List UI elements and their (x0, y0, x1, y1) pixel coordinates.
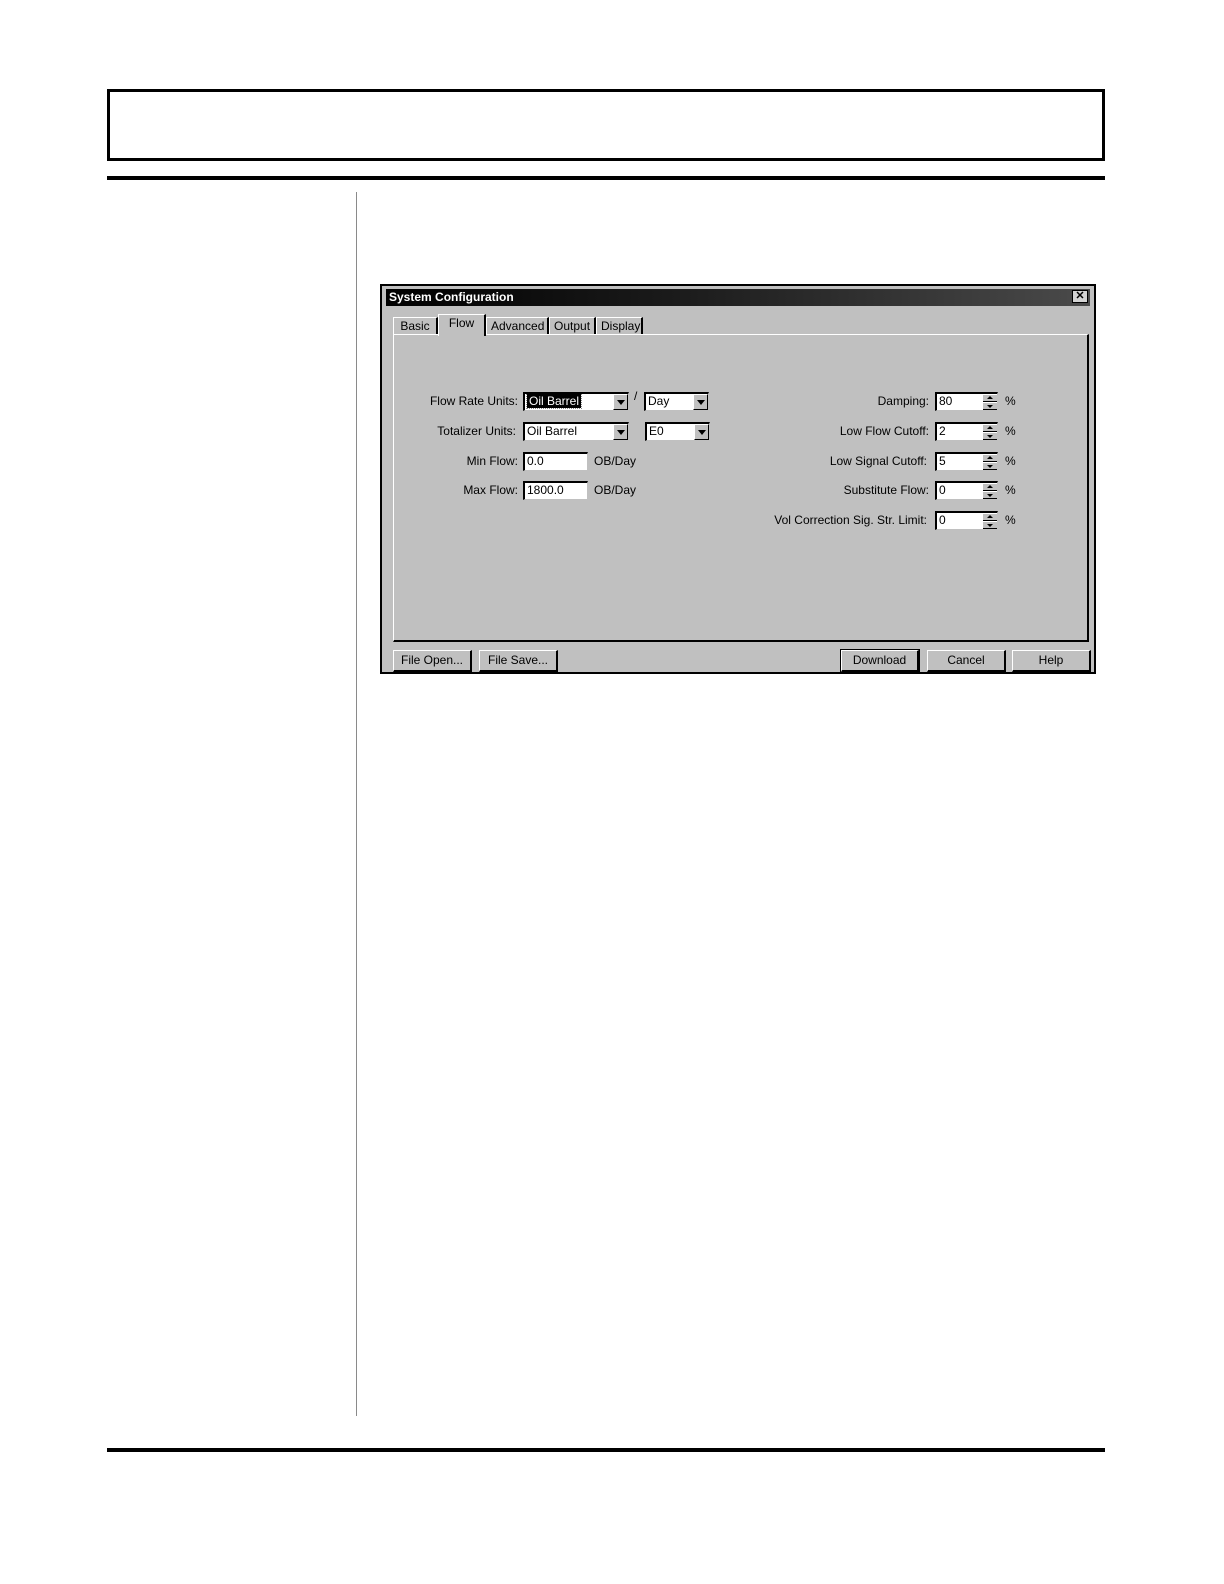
totalizer-exponent-value: E0 (649, 424, 664, 438)
spin-up-icon[interactable] (983, 424, 997, 432)
low-flow-cutoff-spinner[interactable]: 2 (935, 422, 998, 441)
max-flow-label: Max Flow: (463, 483, 518, 497)
flow-rate-time-value: Day (648, 394, 670, 408)
low-flow-cutoff-value: 2 (939, 424, 946, 438)
damping-spinner[interactable]: 80 (935, 392, 998, 411)
file-open-button[interactable]: File Open... (393, 650, 472, 672)
page-header-box (107, 89, 1105, 161)
spin-up-icon[interactable] (983, 513, 997, 521)
spin-up-icon[interactable] (983, 483, 997, 491)
dropdown-arrow-icon[interactable] (613, 424, 628, 440)
low-flow-cutoff-unit: % (1005, 424, 1016, 438)
tab-basic[interactable]: Basic (393, 317, 438, 335)
cancel-button[interactable]: Cancel (927, 650, 1006, 672)
substitute-flow-label: Substitute Flow: (843, 483, 929, 497)
totalizer-exponent-select[interactable]: E0 (645, 422, 710, 441)
vol-correction-label: Vol Correction Sig. Str. Limit: (774, 513, 927, 527)
flow-rate-units-label: Flow Rate Units: (429, 394, 518, 408)
min-flow-input[interactable]: 0.0 (523, 452, 588, 471)
min-flow-label: Min Flow: (466, 454, 518, 468)
substitute-flow-value: 0 (939, 483, 946, 497)
totalizer-units-label: Totalizer Units: (437, 424, 516, 438)
spinner[interactable] (982, 483, 997, 499)
low-signal-cutoff-label: Low Signal Cutoff: (829, 454, 927, 468)
help-button[interactable]: Help (1012, 650, 1091, 672)
low-signal-cutoff-value: 5 (939, 454, 946, 468)
low-signal-cutoff-spinner[interactable]: 5 (935, 452, 998, 471)
vol-correction-unit: % (1005, 513, 1016, 527)
totalizer-units-value: Oil Barrel (527, 424, 578, 438)
damping-value: 80 (939, 394, 953, 408)
spinner[interactable] (982, 424, 997, 440)
substitute-flow-spinner[interactable]: 0 (935, 481, 998, 500)
vol-correction-spinner[interactable]: 0 (935, 511, 998, 530)
spin-down-icon[interactable] (983, 402, 997, 410)
low-flow-cutoff-label: Low Flow Cutoff: (839, 424, 929, 438)
min-flow-unit: OB/Day (594, 454, 637, 468)
spin-up-icon[interactable] (983, 454, 997, 462)
tab-display[interactable]: Display (596, 317, 643, 335)
dialog-title: System Configuration (389, 290, 514, 304)
vol-correction-value: 0 (939, 513, 946, 527)
system-configuration-dialog: System Configuration ✕ Basic Flow Advanc… (380, 284, 1096, 674)
close-icon[interactable]: ✕ (1072, 290, 1088, 303)
max-flow-unit: OB/Day (594, 483, 637, 497)
dropdown-arrow-icon[interactable] (694, 424, 709, 440)
spinner[interactable] (982, 394, 997, 410)
margin-divider (356, 192, 357, 1416)
tab-output[interactable]: Output (549, 317, 596, 335)
max-flow-input[interactable]: 1800.0 (523, 481, 588, 500)
flow-rate-time-select[interactable]: Day (644, 392, 709, 411)
spin-down-icon[interactable] (983, 491, 997, 499)
low-signal-cutoff-unit: % (1005, 454, 1016, 468)
spin-down-icon[interactable] (983, 432, 997, 440)
tab-advanced[interactable]: Advanced (486, 317, 549, 335)
file-save-button[interactable]: File Save... (479, 650, 558, 672)
download-button[interactable]: Download (840, 649, 920, 673)
substitute-flow-unit: % (1005, 483, 1016, 497)
flow-tab-panel: Flow Rate Units: Oil Barrel / Day Totali… (393, 334, 1089, 642)
rate-separator: / (634, 389, 638, 403)
spin-down-icon[interactable] (983, 521, 997, 529)
spinner[interactable] (982, 513, 997, 529)
damping-unit: % (1005, 394, 1016, 408)
flow-rate-units-select[interactable]: Oil Barrel (523, 392, 629, 411)
tab-flow[interactable]: Flow (438, 314, 486, 336)
damping-label: Damping: (877, 394, 929, 408)
dropdown-arrow-icon[interactable] (613, 394, 628, 410)
spin-down-icon[interactable] (983, 462, 997, 470)
header-rule (107, 176, 1105, 180)
totalizer-units-select[interactable]: Oil Barrel (523, 422, 629, 441)
spin-up-icon[interactable] (983, 394, 997, 402)
spinner[interactable] (982, 454, 997, 470)
flow-rate-units-value: Oil Barrel (525, 394, 583, 409)
dialog-titlebar[interactable]: System Configuration ✕ (386, 289, 1090, 306)
footer-rule (107, 1448, 1105, 1452)
dropdown-arrow-icon[interactable] (693, 394, 708, 410)
